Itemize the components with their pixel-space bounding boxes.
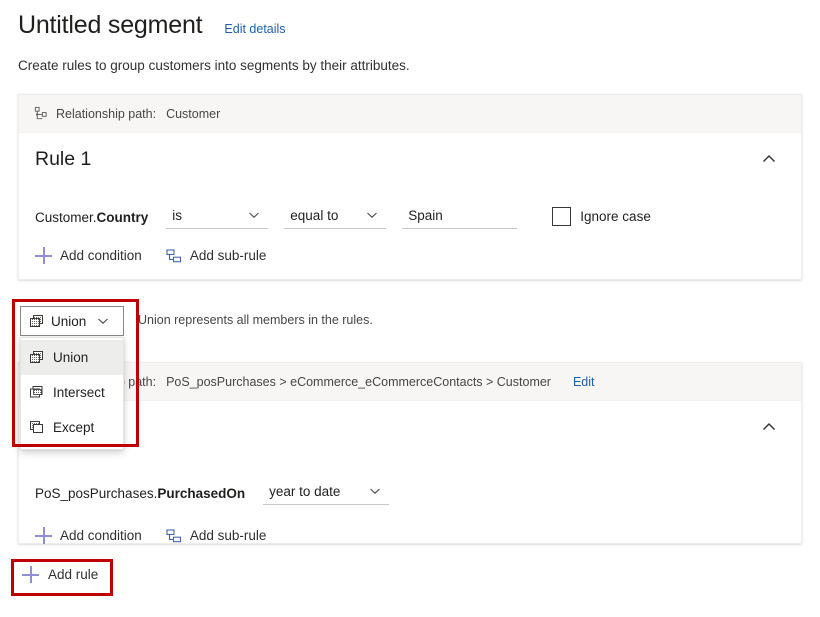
rule-card-2: Relationship path: PoS_posPurchases > eC…: [18, 362, 802, 544]
condition-comparator-value-1: equal to: [284, 208, 364, 223]
set-operation-option-label: Union: [53, 350, 88, 365]
add-sub-rule-button-2[interactable]: Add sub-rule: [166, 528, 267, 544]
set-operation-menu: Union Intersect: [20, 337, 124, 450]
relationship-path-value-2: PoS_posPurchases > eCommerce_eCommerceCo…: [166, 375, 551, 389]
add-sub-rule-button-1[interactable]: Add sub-rule: [166, 248, 267, 264]
add-condition-label-2: Add condition: [60, 528, 142, 543]
relationship-path-value-1: Customer: [166, 107, 220, 121]
condition-operator-value-1: is: [166, 208, 246, 223]
add-sub-rule-label-1: Add sub-rule: [190, 248, 267, 263]
edit-details-link[interactable]: Edit details: [224, 22, 285, 36]
rule-1-actions: Add condition Add sub-rule: [19, 247, 801, 264]
rule-1-header: Rule 1: [19, 133, 801, 185]
page-header: Untitled segment Edit details: [18, 10, 286, 40]
relationship-path-bar-1: Relationship path: Customer: [19, 95, 801, 133]
condition-field-1: Customer.Country: [35, 210, 148, 229]
set-operation-option-intersect[interactable]: Intersect: [21, 375, 123, 410]
set-operation-option-label: Intersect: [53, 385, 105, 400]
ignore-case-label: Ignore case: [580, 209, 651, 224]
plus-icon: [35, 527, 52, 544]
plus-icon: [22, 566, 39, 583]
chevron-down-icon: [364, 207, 380, 223]
set-operation-option-union[interactable]: Union: [21, 340, 123, 375]
rule-2-header: [19, 401, 801, 453]
relationship-path-edit-link[interactable]: Edit: [573, 375, 595, 389]
page-subtitle: Create rules to group customers into seg…: [18, 58, 410, 73]
chevron-down-icon: [367, 483, 383, 499]
plus-icon: [35, 247, 52, 264]
rule-1-condition-row: Customer.Country is equal to Spa: [19, 195, 801, 229]
union-icon: [28, 313, 45, 330]
condition-operator-dropdown-1[interactable]: is: [166, 202, 268, 229]
condition-field-2: PoS_posPurchases.PurchasedOn: [35, 486, 245, 505]
sub-rule-icon: [166, 248, 182, 264]
set-operation-help-text: Union represents all members in the rule…: [138, 313, 373, 327]
relationship-path-label-1: Relationship path:: [56, 107, 156, 121]
set-operation-option-label: Except: [53, 420, 94, 435]
relationship-path-bar-2: Relationship path: PoS_posPurchases > eC…: [19, 363, 801, 401]
chevron-down-icon: [246, 207, 262, 223]
chevron-down-icon: [95, 313, 111, 329]
set-operation-dropdown[interactable]: Union: [20, 306, 124, 336]
condition-comparator-dropdown-1[interactable]: equal to: [284, 202, 386, 229]
rule-2-actions: Add condition Add sub-rule: [19, 527, 801, 544]
rule-2-condition-row: PoS_posPurchases.PurchasedOn year to dat…: [19, 471, 801, 505]
chevron-up-icon[interactable]: [755, 145, 783, 173]
intersect-icon: [28, 384, 45, 401]
condition-operator-dropdown-2[interactable]: year to date: [263, 478, 389, 505]
add-sub-rule-label-2: Add sub-rule: [190, 528, 267, 543]
rule-1-title: Rule 1: [35, 148, 91, 171]
chevron-up-icon[interactable]: [755, 413, 783, 441]
rule-card-1: Relationship path: Customer Rule 1 Custo…: [18, 94, 802, 280]
union-icon: [28, 349, 45, 366]
relationship-path-icon: [33, 106, 48, 121]
add-condition-label-1: Add condition: [60, 248, 142, 263]
page-title: Untitled segment: [18, 10, 202, 40]
add-condition-button-1[interactable]: Add condition: [35, 247, 142, 264]
sub-rule-icon: [166, 528, 182, 544]
add-rule-button[interactable]: Add rule: [22, 566, 98, 583]
add-condition-button-2[interactable]: Add condition: [35, 527, 142, 544]
condition-value-text-1: Spain: [402, 208, 443, 223]
set-operation-selected-value: Union: [51, 314, 89, 329]
ignore-case-checkbox[interactable]: Ignore case: [552, 207, 651, 229]
checkbox-box: [552, 207, 571, 226]
set-operation-option-except[interactable]: Except: [21, 410, 123, 445]
segment-builder-page: Untitled segment Edit details Create rul…: [0, 0, 820, 617]
except-icon: [28, 419, 45, 436]
add-rule-label: Add rule: [48, 567, 98, 582]
condition-value-input-1[interactable]: Spain: [402, 202, 517, 229]
condition-operator-value-2: year to date: [263, 484, 367, 499]
